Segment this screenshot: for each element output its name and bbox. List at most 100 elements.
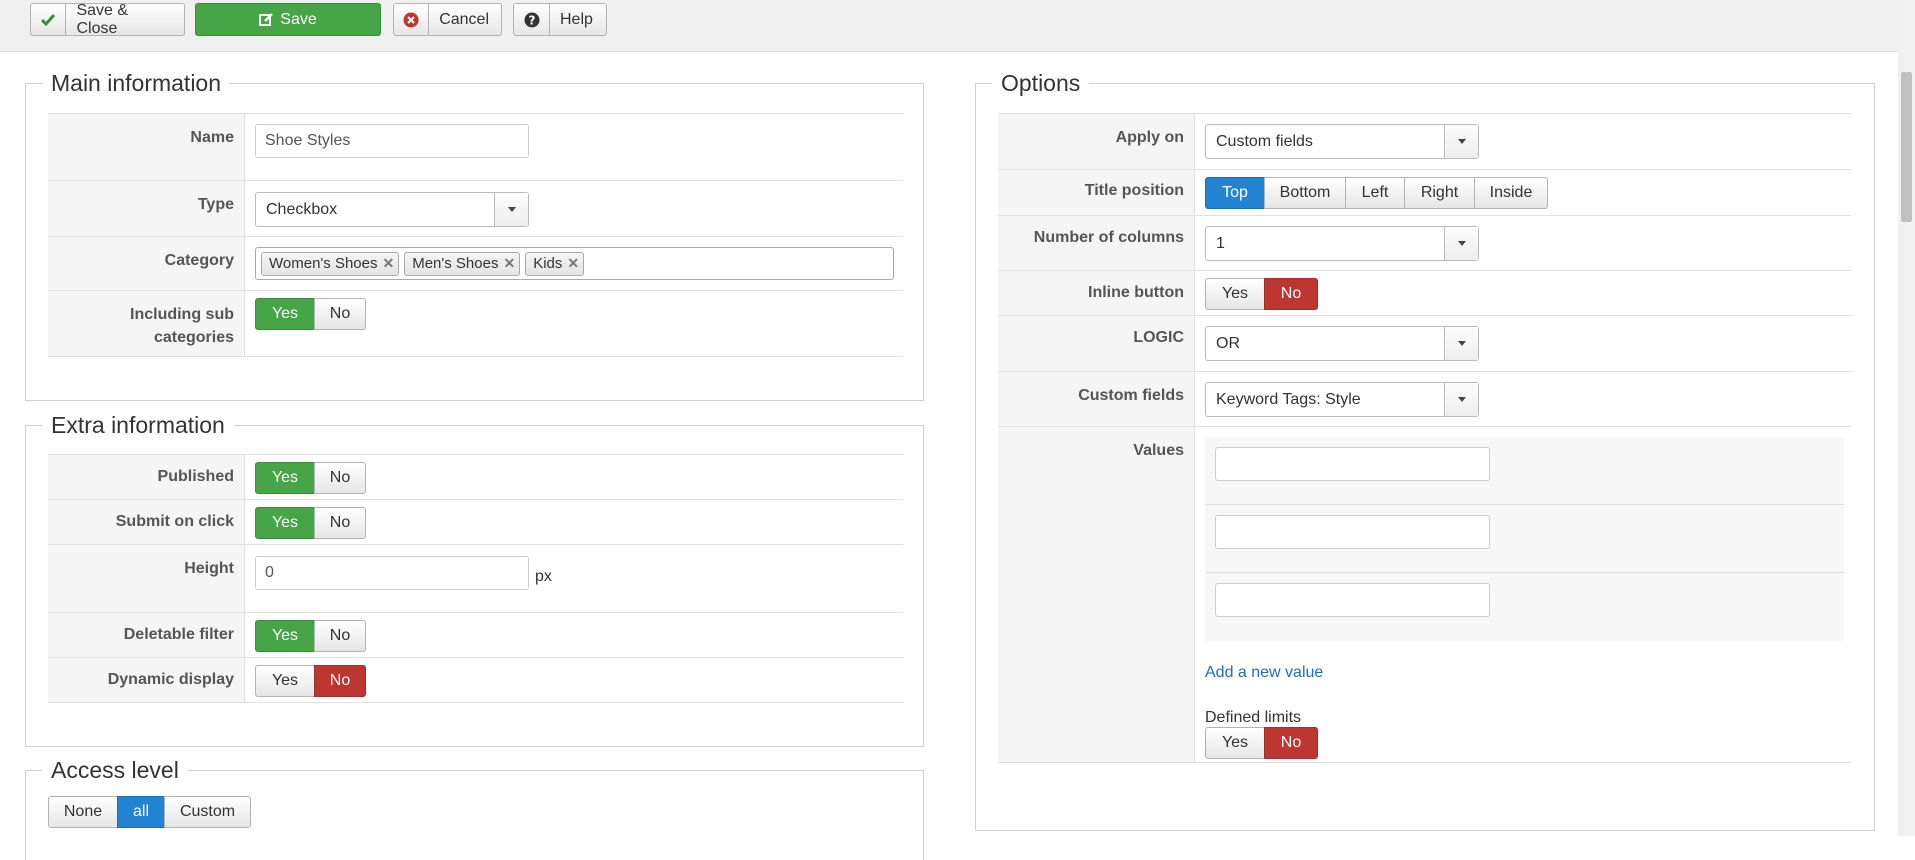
published-no-button[interactable]: No	[314, 462, 366, 494]
submit-on-click-label: Submit on click	[48, 500, 245, 544]
cancel-button[interactable]: Cancel	[393, 3, 502, 36]
number-of-columns-label: Number of columns	[998, 216, 1195, 270]
vertical-scrollbar[interactable]	[1898, 0, 1915, 836]
submit-on-click-no-button[interactable]: No	[314, 507, 366, 539]
category-label: Category	[48, 237, 245, 290]
access-level-fieldset: Access level None all Custom	[25, 755, 924, 860]
toolbar: Save & Close Save Cancel ? Help	[0, 0, 1915, 52]
defined-limits-yes-button[interactable]: Yes	[1205, 727, 1265, 759]
type-select[interactable]: Checkbox	[255, 192, 529, 227]
help-label: Help	[560, 10, 593, 28]
help-button[interactable]: ? Help	[513, 3, 607, 36]
dynamic-display-yes-button[interactable]: Yes	[255, 665, 315, 697]
add-new-value-link[interactable]: Add a new value	[1205, 664, 1323, 682]
custom-fields-select[interactable]: Keyword Tags: Style	[1205, 382, 1479, 417]
scrollbar-thumb[interactable]	[1901, 72, 1912, 222]
published-yes-button[interactable]: Yes	[255, 462, 315, 494]
title-position-label: Title position	[998, 170, 1195, 215]
apply-on-label: Apply on	[998, 114, 1195, 169]
apply-on-value: Custom fields	[1216, 132, 1313, 150]
dynamic-display-no-button[interactable]: No	[314, 665, 366, 697]
main-information-fieldset: Main information Name Type Checkbox Cate…	[25, 68, 924, 401]
name-row: Name	[48, 113, 903, 180]
apply-on-select[interactable]: Custom fields	[1205, 124, 1479, 159]
save-label: Save	[280, 10, 317, 28]
access-none-button[interactable]: None	[48, 796, 118, 828]
save-close-label: Save & Close	[76, 1, 129, 37]
value-input[interactable]	[1215, 447, 1490, 481]
sub-categories-no-button[interactable]: No	[314, 298, 366, 330]
inline-button-yes-button[interactable]: Yes	[1205, 278, 1265, 310]
question-icon: ?	[514, 4, 550, 35]
height-input[interactable]	[255, 556, 529, 590]
number-of-columns-select[interactable]: 1	[1205, 226, 1479, 261]
inline-button-no-button[interactable]: No	[1264, 278, 1318, 310]
title-position-toggle: Top Bottom Left Right Inside	[1205, 177, 1548, 209]
height-label: Height	[48, 545, 245, 612]
access-all-button[interactable]: all	[117, 796, 165, 828]
category-row: Category Women's Shoes ✕ Men's Shoes ✕ K…	[48, 236, 903, 290]
title-position-top-button[interactable]: Top	[1205, 177, 1265, 209]
logic-label: LOGIC	[998, 316, 1195, 371]
svg-text:?: ?	[528, 13, 535, 27]
dynamic-display-row: Dynamic display Yes No	[48, 657, 903, 703]
type-label: Type	[48, 181, 245, 236]
sub-categories-label-line1: Including sub	[130, 306, 234, 323]
value-row	[1205, 573, 1844, 641]
deletable-filter-label: Deletable filter	[48, 613, 245, 657]
category-chip-label: Kids	[533, 255, 563, 272]
category-chip: Men's Shoes ✕	[404, 251, 521, 276]
chevron-down-icon	[1444, 327, 1478, 360]
deletable-filter-row: Deletable filter Yes No	[48, 612, 903, 657]
title-position-left-button[interactable]: Left	[1345, 177, 1405, 209]
sub-categories-toggle: Yes No	[255, 298, 366, 330]
deletable-filter-toggle: Yes No	[255, 620, 366, 652]
remove-chip-icon[interactable]: ✕	[503, 255, 515, 272]
values-label: Values	[998, 427, 1195, 762]
category-multiselect[interactable]: Women's Shoes ✕ Men's Shoes ✕ Kids ✕	[255, 247, 894, 280]
deletable-filter-yes-button[interactable]: Yes	[255, 620, 315, 652]
save-button[interactable]: Save	[195, 3, 381, 36]
inline-button-toggle: Yes No	[1205, 278, 1318, 310]
values-list	[1205, 437, 1844, 641]
title-position-right-button[interactable]: Right	[1404, 177, 1475, 209]
deletable-filter-no-button[interactable]: No	[314, 620, 366, 652]
category-chip: Women's Shoes ✕	[261, 251, 400, 276]
sub-categories-label: Including sub categories	[48, 291, 245, 356]
remove-chip-icon[interactable]: ✕	[567, 255, 579, 272]
title-position-inside-button[interactable]: Inside	[1474, 177, 1548, 209]
extra-information-fieldset: Extra information Published Yes No Submi…	[25, 410, 924, 747]
options-legend: Options	[992, 68, 1090, 98]
type-row: Type Checkbox	[48, 180, 903, 236]
sub-categories-yes-button[interactable]: Yes	[255, 298, 315, 330]
height-unit: px	[535, 568, 552, 585]
apply-on-row: Apply on Custom fields	[998, 113, 1851, 169]
title-position-bottom-button[interactable]: Bottom	[1264, 177, 1346, 209]
defined-limits-no-button[interactable]: No	[1264, 727, 1318, 759]
height-row: Height px	[48, 544, 903, 612]
extra-information-legend: Extra information	[42, 410, 234, 440]
main-information-legend: Main information	[42, 68, 231, 98]
title-position-row: Title position Top Bottom Left Right Ins…	[998, 169, 1851, 215]
save-close-button[interactable]: Save & Close	[30, 1, 185, 37]
remove-chip-icon[interactable]: ✕	[382, 255, 394, 272]
name-label: Name	[48, 114, 245, 180]
value-row	[1205, 437, 1844, 505]
defined-limits-label: Defined limits	[1205, 709, 1302, 726]
logic-select[interactable]: OR	[1205, 326, 1479, 361]
access-level-legend: Access level	[42, 755, 188, 785]
defined-limits-toggle: Yes No	[1205, 727, 1318, 759]
edit-icon	[259, 4, 274, 35]
name-input[interactable]	[255, 124, 529, 158]
access-custom-button[interactable]: Custom	[164, 796, 251, 828]
value-input[interactable]	[1215, 583, 1490, 617]
custom-fields-value: Keyword Tags: Style	[1216, 390, 1361, 408]
category-chip: Kids ✕	[525, 251, 585, 276]
values-row: Values Add a new value Defined limits Ye…	[998, 426, 1851, 763]
sub-categories-label-line2: categories	[153, 329, 234, 346]
type-select-value: Checkbox	[266, 200, 338, 218]
submit-on-click-yes-button[interactable]: Yes	[255, 507, 315, 539]
chevron-down-icon	[494, 193, 528, 226]
value-input[interactable]	[1215, 515, 1490, 549]
sub-categories-row: Including sub categories Yes No	[48, 290, 903, 357]
